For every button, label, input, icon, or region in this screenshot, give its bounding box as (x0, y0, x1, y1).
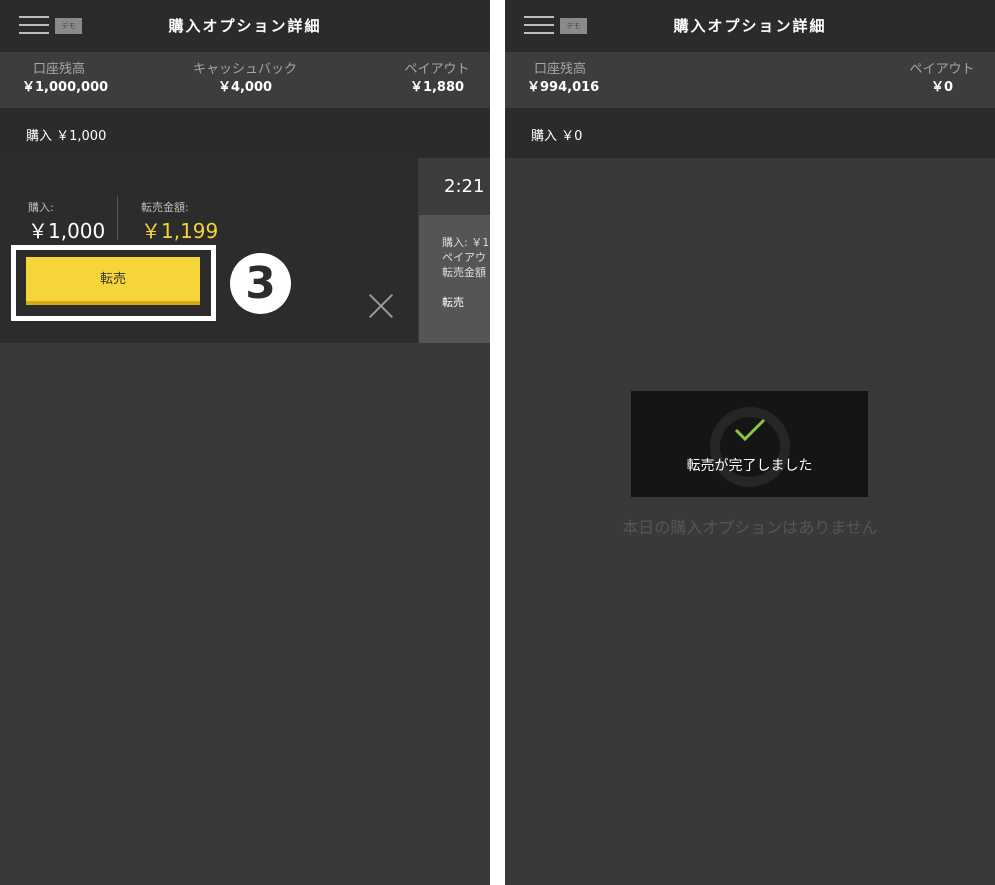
payout-label: ペイアウト (909, 62, 975, 77)
purchase-amount-label: 購入: (28, 201, 54, 214)
payout-label: ペイアウト (404, 62, 470, 77)
resell-button[interactable]: 転売 (26, 257, 200, 305)
resale-amount-value: ￥1,199 (141, 219, 219, 243)
divider (117, 196, 118, 240)
balance-value: ￥1,000,000 (22, 80, 109, 95)
page-title: 購入オプション詳細 (168, 17, 322, 35)
side-purchase-label: 購入: ￥1 (442, 236, 490, 249)
purchase-summary-bar: 購入 ￥0 (505, 108, 995, 158)
side-resell-link[interactable]: 転売 (442, 295, 464, 310)
payout-stat: ペイアウト ￥0 (903, 61, 981, 97)
top-bar: デモ 購入オプション詳細 (0, 0, 490, 52)
left-screen: デモ 購入オプション詳細 口座残高 ￥1,000,000 キャッシュバック ￥4… (0, 0, 490, 885)
balance-stat: 口座残高 ￥994,016 (527, 61, 600, 97)
payout-value: ￥1,880 (409, 80, 465, 95)
account-stats: 口座残高 ￥1,000,000 キャッシュバック ￥4,000 ペイアウト ￥1… (0, 52, 490, 108)
step-number-marker: 3 (230, 253, 291, 314)
balance-label: 口座残高 (533, 62, 586, 77)
purchase-summary: 購入 ￥1,000 (26, 129, 107, 144)
resale-amount-label: 転売金額: (141, 201, 189, 214)
next-option-card[interactable]: 2:21 購入: ￥1 ペイアウ 転売金額 転売 (419, 158, 490, 343)
page-title: 購入オプション詳細 (673, 17, 827, 35)
cashback-value: ￥4,000 (217, 80, 273, 95)
success-toast: 転売が完了しました (631, 391, 868, 497)
toast-message: 転売が完了しました (686, 458, 813, 474)
purchase-amount-value: ￥1,000 (28, 219, 106, 243)
top-bar: デモ 購入オプション詳細 (505, 0, 995, 52)
purchase-summary-bar: 購入 ￥1,000 (0, 108, 490, 158)
account-stats: 口座残高 ￥994,016 ペイアウト ￥0 (505, 52, 995, 108)
balance-stat: 口座残高 ￥1,000,000 (22, 61, 109, 97)
countdown-timer: 2:21 (419, 158, 490, 215)
side-resale-label: 転売金額 (442, 266, 486, 279)
cashback-label: キャッシュバック (192, 62, 297, 77)
right-screen: デモ 購入オプション詳細 口座残高 ￥994,016 ペイアウト ￥0 購入 ￥… (505, 0, 995, 885)
cashback-stat: キャッシュバック ￥4,000 (185, 61, 305, 97)
balance-value: ￥994,016 (527, 80, 600, 95)
balance-label: 口座残高 (32, 62, 85, 77)
empty-state-message: 本日の購入オプションはありません (622, 518, 878, 537)
payout-value: ￥0 (930, 80, 954, 95)
close-icon[interactable] (369, 294, 393, 318)
option-card: 購入: ￥1,000 転売金額: ￥1,199 転売 3 (0, 158, 418, 343)
side-payout-label: ペイアウ (442, 251, 486, 264)
purchase-summary: 購入 ￥0 (531, 129, 583, 144)
checkmark-icon (734, 418, 766, 442)
payout-stat: ペイアウト ￥1,880 (398, 61, 476, 97)
